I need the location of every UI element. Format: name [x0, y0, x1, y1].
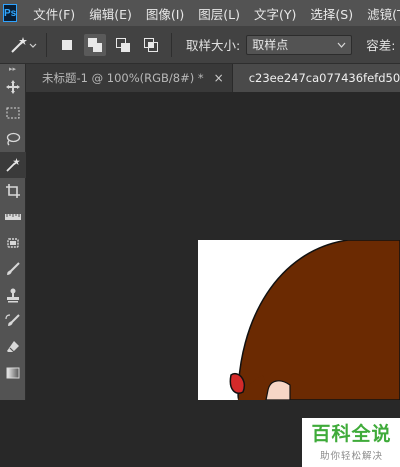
eraser-icon: [7, 341, 19, 353]
tools-panel: ▸▸: [0, 64, 26, 400]
intersect-selection-icon: [144, 37, 158, 52]
crop-tool[interactable]: [0, 178, 26, 204]
move-tool[interactable]: [0, 74, 26, 100]
options-bar: 取样大小: 取样点 容差:: [0, 26, 400, 64]
lasso-tool[interactable]: [0, 126, 26, 152]
document-canvas[interactable]: [198, 240, 400, 400]
subtract-from-selection-button[interactable]: [112, 34, 134, 56]
sample-size-select[interactable]: 取样点: [246, 34, 353, 55]
subtract-selection-icon: [116, 37, 130, 52]
lasso-icon: [6, 132, 21, 146]
collapse-arrows-icon[interactable]: ▸▸: [0, 64, 25, 74]
tool-preset-picker[interactable]: [6, 33, 40, 57]
add-to-selection-button[interactable]: [84, 33, 106, 56]
gradient-tool[interactable]: [0, 360, 26, 386]
watermark-subtitle: 助你轻松解决: [319, 451, 383, 462]
menu-layer[interactable]: 图层(L): [198, 4, 240, 23]
tab-label: c23ee247ca077436fefd5002d939: [248, 71, 400, 85]
sample-size-value: 取样点: [252, 38, 289, 52]
watermark-box: 百科全说 助你轻松解决: [302, 418, 400, 467]
history-brush-icon: [5, 314, 20, 326]
rectangular-marquee-icon: [6, 107, 20, 119]
tab-label: 未标题-1 @ 100%(RGB/8#) *: [42, 71, 204, 85]
marquee-tool[interactable]: [0, 100, 26, 126]
ruler-icon: [5, 214, 21, 220]
new-selection-button[interactable]: [56, 34, 78, 56]
chevron-down-icon: [337, 42, 346, 48]
cartoon-girl-image: [198, 240, 400, 400]
document-tab-bar: 未标题-1 @ 100%(RGB/8#) * × c23ee247ca07743…: [26, 64, 400, 92]
clone-stamp-tool[interactable]: [0, 282, 26, 308]
crop-icon: [6, 184, 20, 198]
separator: [46, 32, 47, 57]
new-selection-icon: [62, 39, 72, 50]
healing-brush-tool[interactable]: [0, 230, 26, 256]
photoshop-logo[interactable]: Ps: [3, 4, 18, 22]
watermark-title: 百科全说: [311, 423, 392, 445]
eraser-tool[interactable]: [0, 334, 26, 360]
add-selection-icon: [88, 37, 102, 52]
menu-image[interactable]: 图像(I): [146, 4, 184, 23]
ruler-tool[interactable]: [0, 204, 26, 230]
bandage-icon: [7, 238, 19, 248]
menu-bar: Ps 文件(F) 编辑(E) 图像(I) 图层(L) 文字(Y) 选择(S) 滤…: [0, 0, 400, 26]
menu-select[interactable]: 选择(S): [310, 4, 353, 23]
menu-edit[interactable]: 编辑(E): [89, 4, 132, 23]
gradient-icon: [6, 367, 20, 379]
tab-untitled-1[interactable]: 未标题-1 @ 100%(RGB/8#) * ×: [26, 64, 233, 92]
canvas-workspace[interactable]: 百科全说 助你轻松解决: [26, 92, 400, 467]
sample-size-label: 取样大小:: [186, 38, 241, 53]
tolerance-label: 容差:: [366, 38, 396, 53]
stamp-icon: [7, 288, 19, 303]
brush-icon: [7, 262, 20, 275]
close-icon[interactable]: ×: [214, 71, 224, 85]
move-icon: [6, 80, 20, 94]
magic-wand-icon: [11, 36, 37, 53]
magic-wand-tool[interactable]: [0, 152, 26, 178]
intersect-selection-button[interactable]: [140, 34, 162, 56]
menu-file[interactable]: 文件(F): [33, 4, 75, 23]
tab-active-image[interactable]: c23ee247ca077436fefd5002d939: [232, 64, 400, 92]
brush-tool[interactable]: [0, 256, 26, 282]
menu-type[interactable]: 文字(Y): [254, 4, 296, 23]
magic-wand-icon: [6, 158, 20, 172]
history-brush-tool[interactable]: [0, 308, 26, 334]
menu-filter[interactable]: 滤镜(T): [367, 4, 400, 23]
separator: [171, 32, 172, 57]
